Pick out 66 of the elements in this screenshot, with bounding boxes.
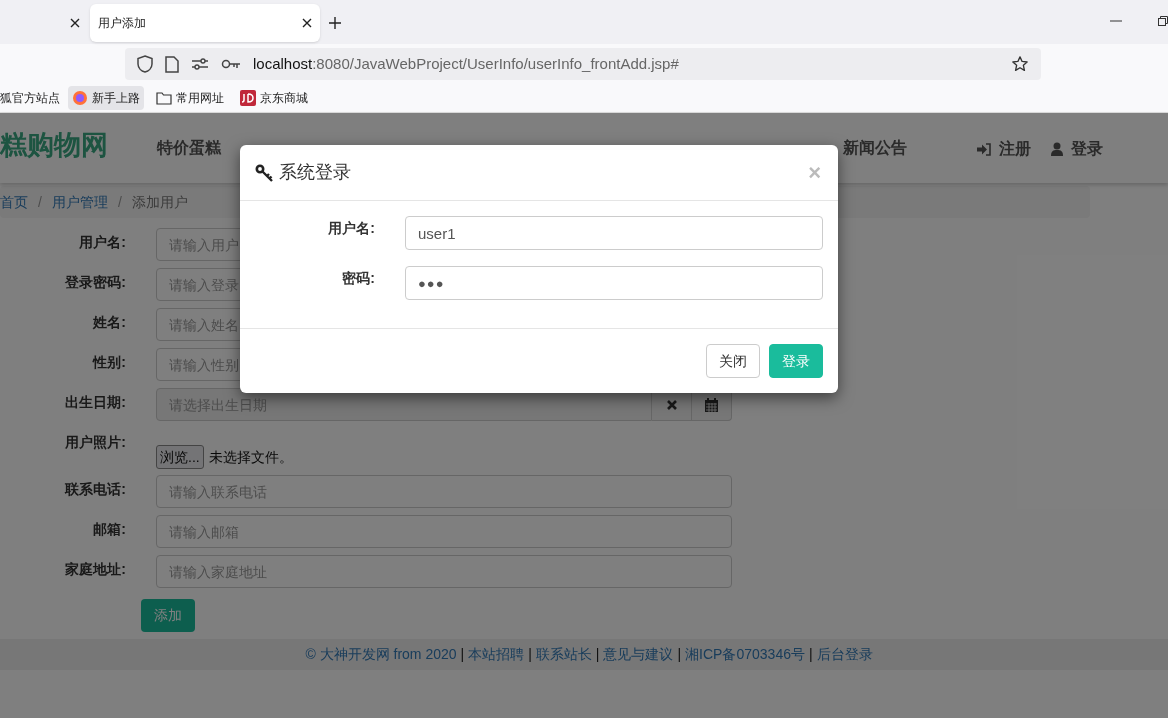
separator: | (676, 645, 683, 664)
close-icon[interactable] (70, 18, 80, 28)
new-tab-icon[interactable] (328, 16, 342, 30)
close-icon[interactable] (302, 18, 312, 28)
field-label: 出生日期: (64, 393, 126, 412)
nav-link[interactable]: 注册 (977, 137, 1031, 161)
close-button[interactable]: × (808, 161, 821, 184)
dialog-title: 系统登录 (279, 161, 352, 184)
breadcrumb-separator: / (116, 192, 123, 212)
field-label: 用户照片: (64, 433, 126, 452)
browser-tab[interactable]: 用户添加 (90, 4, 320, 42)
page-icon[interactable] (165, 55, 179, 73)
separator: | (459, 645, 466, 664)
field-label: 联系电话: (63, 480, 126, 499)
bookmark[interactable]: 常用网址 (152, 86, 228, 110)
browse-button[interactable]: 浏览... (156, 445, 204, 469)
nav-link[interactable]: 登录 (1051, 137, 1103, 161)
user-icon (1051, 142, 1063, 156)
calendar-icon[interactable] (705, 397, 718, 412)
tab-title: 用户添加 (98, 15, 147, 32)
field-label: 性别: (91, 353, 126, 372)
site-logo[interactable]: 糕购物网 (0, 132, 108, 159)
separator: | (527, 645, 533, 664)
nav-link[interactable]: 特价蛋糕 (157, 136, 221, 160)
footer-link[interactable]: 联系站长 (535, 644, 592, 665)
shield-icon[interactable] (137, 55, 153, 73)
bookmark[interactable]: 狐官方站点 (0, 89, 60, 107)
store-logo-icon (240, 90, 256, 106)
close-button[interactable]: 关闭 (706, 344, 760, 378)
add-button[interactable]: 添加 (141, 599, 195, 632)
restore-icon[interactable] (1158, 16, 1168, 26)
breadcrumb-link[interactable]: 首页 (0, 191, 28, 213)
input-field[interactable]: user1 (405, 216, 823, 250)
address-bar[interactable]: localhost:8080/JavaWebProject/UserInfo/userInfo_frontAdd.jsp# (125, 48, 1041, 80)
field-label: 登录密码: (64, 273, 126, 292)
star-icon[interactable] (1011, 55, 1029, 73)
url-text[interactable]: localhost:8080/JavaWebProject/UserInfo/userInfo_frontAdd.jsp# (253, 52, 999, 76)
field-label: 家庭地址: (64, 560, 126, 579)
folder-icon (156, 91, 172, 105)
key-icon (255, 163, 273, 182)
footer-link[interactable]: 后台登录 (816, 644, 873, 665)
sign-in-icon (977, 142, 991, 156)
footer-link[interactable]: 意见与建议 (603, 644, 674, 665)
key-icon[interactable] (221, 58, 241, 70)
file-status: 未选择文件。 (208, 447, 293, 467)
login-button[interactable]: 登录 (769, 344, 823, 378)
bookmark[interactable]: 新手上路 (68, 86, 144, 110)
field-label: 密码: (341, 269, 375, 288)
separator: | (807, 645, 814, 664)
clear-icon[interactable] (665, 398, 678, 411)
copyright-text: © 大神开发网 from 2020 (305, 645, 457, 664)
separator: | (594, 645, 601, 664)
permissions-icon[interactable] (191, 57, 209, 71)
field-label: 邮箱: (92, 520, 126, 539)
nav-link[interactable]: 新闻公告 (843, 136, 907, 160)
browser-logo-icon (72, 90, 88, 106)
field-label: 用户名: (78, 233, 126, 252)
bookmark[interactable]: 京东商城 (236, 86, 312, 110)
field-label: 姓名: (92, 313, 126, 332)
field-label: 用户名: (327, 219, 375, 238)
password-field[interactable]: ●●● (405, 266, 823, 300)
breadcrumb-separator: / (37, 192, 43, 212)
breadcrumb-current: 添加用户 (131, 192, 188, 212)
footer-link[interactable]: 本站招聘 (468, 644, 525, 665)
breadcrumb-link[interactable]: 用户管理 (51, 191, 108, 213)
footer-link[interactable]: 湘ICP备0703346号 (685, 644, 805, 665)
